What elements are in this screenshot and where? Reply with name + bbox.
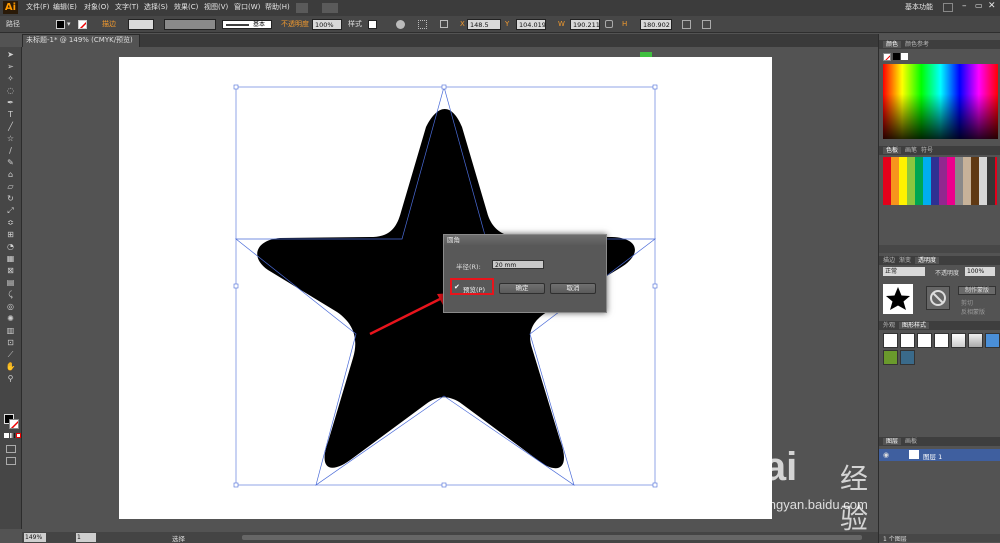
make-mask-button[interactable]: 制作蒙版: [958, 286, 996, 295]
cancel-button[interactable]: 取消: [550, 283, 596, 294]
preview-checkbox[interactable]: ✔: [454, 283, 460, 291]
tab-transparency[interactable]: 透明度: [915, 257, 940, 264]
horizontal-scrollbar[interactable]: [242, 535, 862, 540]
tab-graphic-styles[interactable]: 图形样式: [899, 322, 930, 329]
color-spectrum[interactable]: [883, 64, 998, 139]
ok-button[interactable]: 确定: [499, 283, 545, 294]
swatch-grid[interactable]: [883, 157, 997, 205]
layer-name[interactable]: 图层 1: [923, 451, 942, 461]
tab-brushes[interactable]: 画笔: [905, 147, 917, 154]
watermark-url: jingyan.baidu.com: [763, 497, 868, 512]
blend-mode-select[interactable]: 正常: [883, 267, 925, 276]
transparency-panel-tabs: 描边 渐变 透明度: [879, 256, 1000, 265]
artboard-number-field[interactable]: 1: [76, 533, 96, 542]
appearance-panel-tabs: 外观 图形样式: [879, 321, 1000, 330]
clip-checkbox[interactable]: 剪切: [961, 298, 973, 307]
layer-row[interactable]: ◉ 图层 1: [879, 449, 1000, 461]
tab-appearance[interactable]: 外观: [883, 322, 895, 329]
mask-thumbnail[interactable]: [926, 286, 950, 310]
style-6[interactable]: [968, 333, 983, 348]
style-8[interactable]: [883, 350, 898, 365]
style-none[interactable]: [900, 333, 915, 348]
style-5[interactable]: [951, 333, 966, 348]
transparency-opacity-label: 不透明度: [935, 270, 960, 277]
swatches-panel-tabs: 色板 画笔 符号: [879, 146, 1000, 155]
tab-swatches[interactable]: 色板: [883, 147, 902, 154]
radius-input[interactable]: 20 mm: [492, 260, 544, 269]
graphic-styles-grid: [883, 333, 1000, 367]
artboard-corner-marker: [640, 52, 652, 57]
round-corners-dialog: 圆角 半径(R): 20 mm ✔ 预览(P) 确定 取消: [443, 234, 607, 313]
style-3[interactable]: [917, 333, 932, 348]
radius-label: 半径(R):: [456, 263, 481, 271]
style-7[interactable]: [985, 333, 1000, 348]
tab-color[interactable]: 颜色: [883, 41, 902, 48]
color-panel-tabs: 颜色 颜色参考: [879, 40, 1000, 49]
layer-thumbnail: [909, 450, 919, 459]
star-thumbnail-icon: [886, 287, 910, 310]
swatches-panel-footer: [879, 245, 1000, 253]
tab-symbols[interactable]: 符号: [921, 147, 933, 154]
tab-stroke[interactable]: 描边: [883, 257, 895, 264]
tab-color-guide[interactable]: 颜色参考: [905, 41, 929, 48]
style-4[interactable]: [934, 333, 949, 348]
no-mask-icon: [930, 290, 946, 306]
zoom-field[interactable]: 149%: [24, 533, 46, 542]
color-white-icon[interactable]: [901, 53, 908, 60]
style-default[interactable]: [883, 333, 898, 348]
status-mode-text: 选择: [172, 535, 185, 543]
invert-mask-checkbox[interactable]: 反相蒙版: [961, 307, 985, 316]
baidu-watermark: Bai 经验 jingyan.baidu.com: [735, 435, 895, 534]
tab-artboards[interactable]: 画板: [905, 438, 917, 445]
layers-panel-tabs: 图层 画板: [879, 437, 1000, 446]
right-panel-dock: 颜色 颜色参考 色板 画笔 符号 描边 渐变 透明度 正常 不透明度 100% 制作蒙版 …: [878, 34, 1000, 543]
status-bar: 149% 1 选择: [22, 532, 878, 543]
object-thumbnail: [883, 284, 913, 314]
layers-panel-footer: 1 个图层: [879, 534, 1000, 543]
color-none-icon[interactable]: [883, 53, 891, 61]
watermark-brand: Bai: [735, 445, 798, 489]
transparency-opacity-input[interactable]: 100%: [965, 267, 995, 276]
preview-label[interactable]: 预览(P): [463, 284, 485, 294]
dialog-title: 圆角: [444, 235, 606, 245]
color-black-icon[interactable]: [893, 53, 900, 60]
style-9[interactable]: [900, 350, 915, 365]
tab-gradient[interactable]: 渐变: [899, 257, 911, 264]
